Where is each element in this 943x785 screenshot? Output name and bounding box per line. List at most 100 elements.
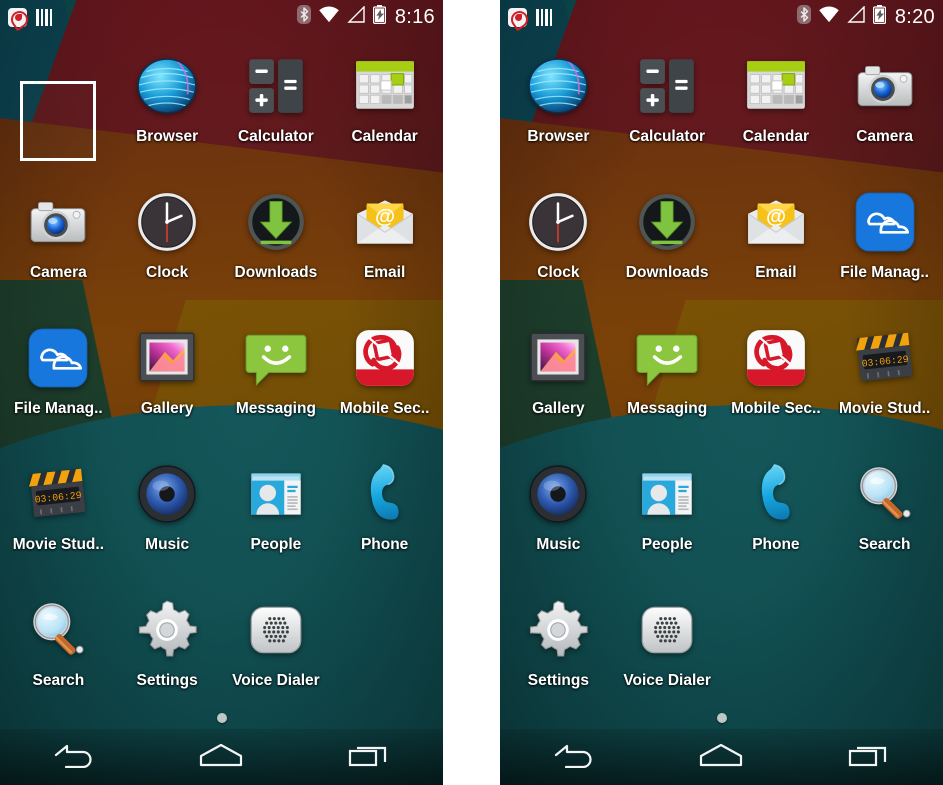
app-label: Music (536, 536, 581, 553)
app-item-camera[interactable]: Camera (830, 42, 939, 170)
app-item-gallery[interactable]: Gallery (504, 314, 613, 442)
app-item-music[interactable]: Music (504, 450, 613, 578)
app-item-music[interactable]: Music (113, 450, 222, 578)
app-item-moviestud[interactable]: 03:06:29 Movie Stud.. (830, 314, 939, 442)
app-item-moviestud[interactable]: 03:06:29 Movie Stud.. (4, 450, 113, 578)
app-item-voicedialer[interactable]: Voice Dialer (222, 586, 331, 714)
app-item-filemanag[interactable]: File Manag.. (4, 314, 113, 442)
app-item-downloads[interactable]: Downloads (222, 178, 331, 306)
app-item-camera[interactable]: Camera (4, 178, 113, 306)
search-magnifier-icon (849, 458, 921, 530)
battery-charging-icon (872, 5, 886, 29)
nav-button-back[interactable] (29, 734, 119, 780)
people-contacts-icon (240, 458, 312, 530)
dual-screenshot-stage: 8:16 Browser Calculator Calendar Camera … (0, 0, 943, 785)
calendar-icon (349, 50, 421, 122)
gallery-photo-icon (522, 322, 594, 394)
app-item-mobilesec[interactable]: Mobile Sec.. (330, 314, 439, 442)
app-item-people[interactable]: People (222, 450, 331, 578)
app-label: Calendar (742, 128, 810, 145)
back-arrow-icon (552, 742, 596, 773)
app-item-search[interactable]: Search (830, 450, 939, 578)
app-drawer-grid: Browser Calculator Calendar Camera Clock… (500, 42, 943, 714)
selection-box[interactable] (20, 81, 97, 161)
nav-button-home[interactable] (176, 734, 266, 780)
app-label: Clock (537, 264, 580, 281)
app-label: Downloads (625, 264, 709, 281)
app-item-search[interactable]: Search (4, 586, 113, 714)
page-dot[interactable] (216, 713, 227, 723)
wifi-icon (818, 6, 840, 28)
app-item-calculator[interactable]: Calculator (222, 42, 331, 170)
app-label: Messaging (235, 400, 316, 417)
empty-grid-cell[interactable] (4, 42, 113, 170)
mobile-security-icon (8, 7, 27, 27)
app-label: Camera (856, 128, 914, 145)
app-item-mobilesec[interactable]: Mobile Sec.. (722, 314, 831, 442)
status-bar-clock: 8:16 (394, 6, 435, 28)
app-item-calculator[interactable]: Calculator (613, 42, 722, 170)
app-item-phone[interactable]: Phone (330, 450, 439, 578)
app-label: Movie Stud.. (12, 536, 105, 553)
settings-gear-icon (522, 594, 594, 666)
downloads-arrow-icon (240, 186, 312, 258)
app-label: Browser (136, 128, 199, 145)
app-item-clock[interactable]: Clock (113, 178, 222, 306)
app-item-messaging[interactable]: Messaging (222, 314, 331, 442)
page-dot[interactable] (716, 713, 727, 723)
app-item-gallery[interactable]: Gallery (113, 314, 222, 442)
app-item-settings[interactable]: Settings (504, 586, 613, 714)
app-item-email[interactable]: @ Email (330, 178, 439, 306)
app-label: Movie Stud.. (838, 400, 931, 417)
app-item-calendar[interactable]: Calendar (722, 42, 831, 170)
clock-icon (131, 186, 203, 258)
mobile-security-icon (349, 322, 421, 394)
status-bar: 8:20 (500, 0, 943, 34)
app-item-browser[interactable]: Browser (113, 42, 222, 170)
messaging-bubble-icon (240, 322, 312, 394)
app-item-calendar[interactable]: Calendar (330, 42, 439, 170)
search-magnifier-icon (22, 594, 94, 666)
page-indicator (500, 713, 943, 723)
app-item-browser[interactable]: Browser (504, 42, 613, 170)
status-bar-system-icons: 8:16 (296, 5, 435, 29)
app-item-people[interactable]: People (613, 450, 722, 578)
email-envelope-icon: @ (740, 186, 812, 258)
status-bar-clock: 8:20 (894, 6, 935, 28)
people-contacts-icon (631, 458, 703, 530)
bluetooth-icon (796, 5, 811, 29)
app-item-email[interactable]: @ Email (722, 178, 831, 306)
voice-dialer-mic-icon (631, 594, 703, 666)
settings-gear-icon (131, 594, 203, 666)
app-item-messaging[interactable]: Messaging (613, 314, 722, 442)
app-item-filemanag[interactable]: File Manag.. (830, 178, 939, 306)
downloads-arrow-icon (631, 186, 703, 258)
nav-button-home[interactable] (676, 734, 766, 780)
nav-button-back[interactable] (529, 734, 619, 780)
calculator-icon (240, 50, 312, 122)
browser-globe-icon (131, 50, 203, 122)
app-item-settings[interactable]: Settings (113, 586, 222, 714)
page-indicator (0, 713, 443, 723)
app-label: Email (363, 264, 406, 281)
app-item-downloads[interactable]: Downloads (613, 178, 722, 306)
app-label: Voice Dialer (623, 672, 711, 689)
app-label: People (641, 536, 693, 553)
app-label: Calculator (237, 128, 314, 145)
app-item-clock[interactable]: Clock (504, 178, 613, 306)
nav-button-recents[interactable] (324, 734, 414, 780)
music-speaker-icon (522, 458, 594, 530)
camera-icon (849, 50, 921, 122)
messaging-bubble-icon (631, 322, 703, 394)
app-label: People (250, 536, 302, 553)
calculator-icon (631, 50, 703, 122)
app-item-voicedialer[interactable]: Voice Dialer (613, 586, 722, 714)
calendar-icon (740, 50, 812, 122)
status-bar-notifications (8, 7, 52, 27)
file-manager-cloud-icon (849, 186, 921, 258)
app-label: Gallery (532, 400, 585, 417)
status-bar: 8:16 (0, 0, 443, 34)
app-item-phone[interactable]: Phone (722, 450, 831, 578)
nav-button-recents[interactable] (824, 734, 914, 780)
app-label: Messaging (627, 400, 708, 417)
